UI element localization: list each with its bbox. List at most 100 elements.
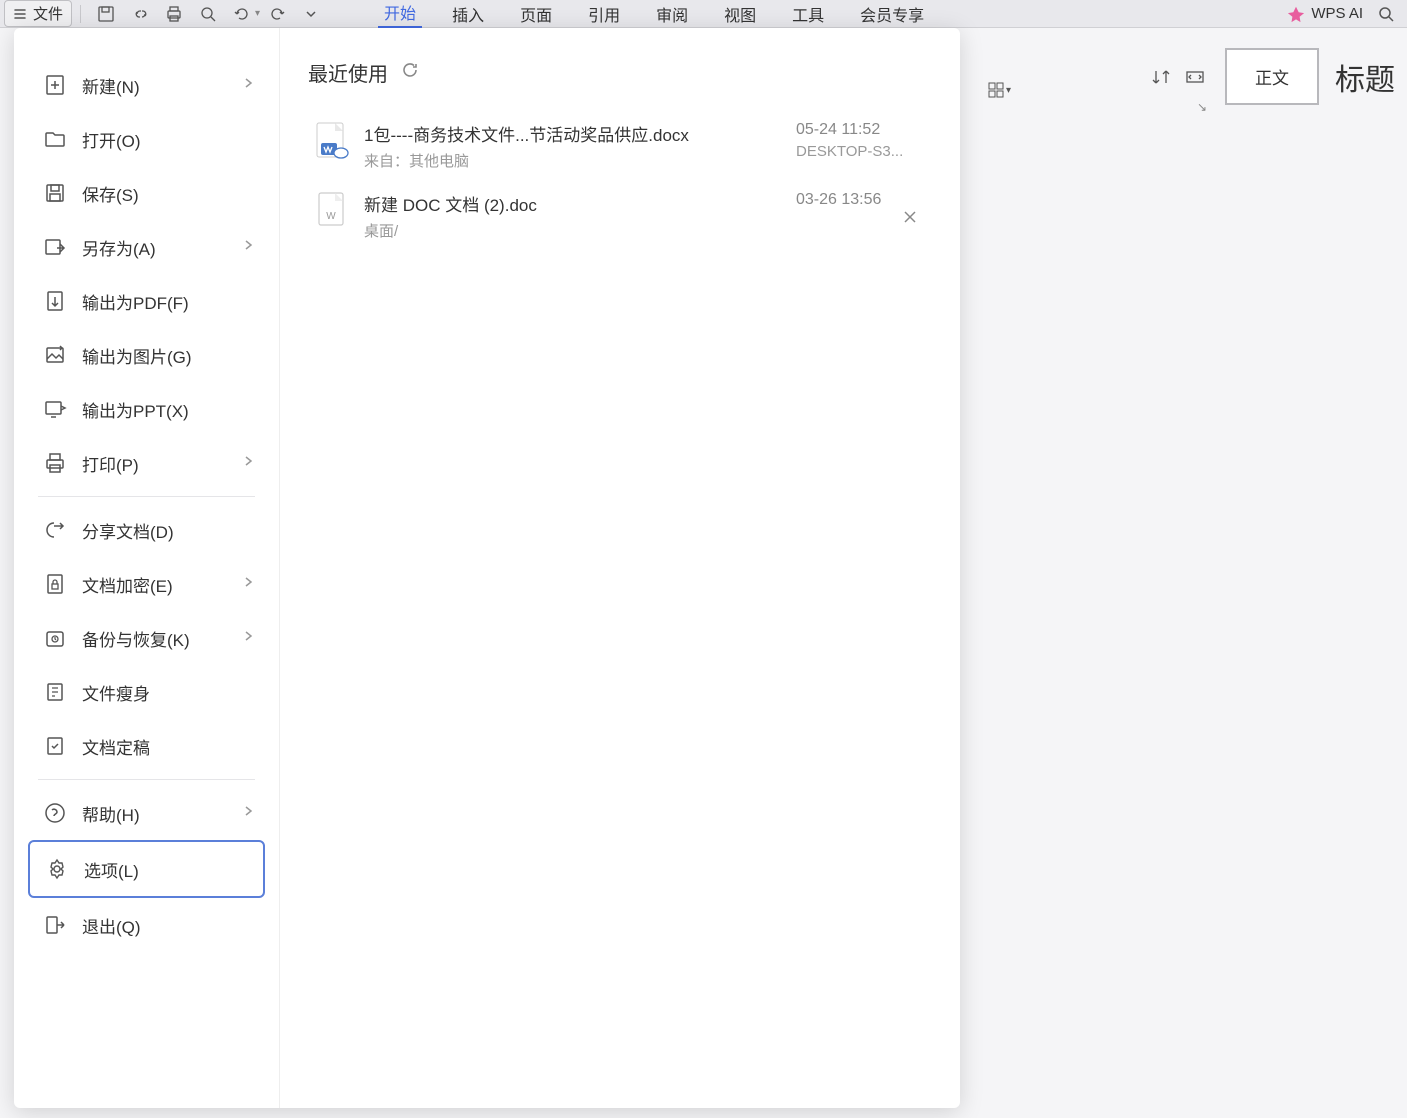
ai-logo-icon — [1287, 5, 1305, 23]
compress-icon — [42, 679, 68, 705]
tab-tools[interactable]: 工具 — [786, 0, 830, 28]
sidebar-label: 另存为(A) — [82, 235, 156, 260]
redo-icon[interactable] — [266, 3, 288, 25]
recent-title: 最近使用 — [308, 58, 388, 87]
recent-header: 最近使用 — [308, 58, 932, 87]
sidebar-item-save[interactable]: 保存(S) — [14, 166, 279, 220]
sidebar-item-compress[interactable]: 文件瘦身 — [14, 665, 279, 719]
divider — [38, 779, 255, 780]
file-menu-panel: 新建(N) 打开(O) 保存(S) 另存为(A) — [14, 28, 960, 1108]
sidebar-label: 打印(P) — [82, 451, 139, 476]
sidebar-item-encrypt[interactable]: 文档加密(E) — [14, 557, 279, 611]
sidebar-label: 备份与恢复(K) — [82, 626, 190, 651]
sidebar-label: 输出为图片(G) — [82, 343, 192, 368]
file-info: 1包----商务技术文件...节活动奖品供应.docx 来自：其他电脑 — [364, 121, 782, 171]
tab-view[interactable]: 视图 — [718, 0, 762, 28]
sidebar-item-save-as[interactable]: 另存为(A) — [14, 220, 279, 274]
sidebar-label: 退出(Q) — [82, 913, 141, 938]
preview-icon[interactable] — [197, 3, 219, 25]
sidebar-item-help[interactable]: 帮助(H) — [14, 786, 279, 840]
chevron-right-icon — [243, 453, 263, 473]
divider — [80, 5, 81, 23]
tab-reference[interactable]: 引用 — [582, 0, 626, 28]
share-icon — [42, 517, 68, 543]
file-date: 05-24 11:52 — [796, 121, 926, 139]
sidebar-label: 输出为PDF(F) — [82, 289, 189, 314]
backup-icon — [42, 625, 68, 651]
sidebar-item-open[interactable]: 打开(O) — [14, 112, 279, 166]
folder-open-icon — [42, 126, 68, 152]
style-heading[interactable]: 标题 — [1335, 55, 1395, 99]
style-normal[interactable]: 正文 — [1225, 48, 1319, 105]
export-pdf-icon — [42, 288, 68, 314]
sidebar-label: 保存(S) — [82, 181, 139, 206]
chevron-right-icon — [243, 237, 263, 257]
undo-dropdown[interactable]: ▾ — [255, 8, 260, 19]
tab-insert[interactable]: 插入 — [446, 0, 490, 28]
finalize-icon — [42, 733, 68, 759]
chevron-right-icon — [243, 75, 263, 95]
search-icon[interactable] — [1377, 5, 1395, 23]
sidebar-item-exit[interactable]: 退出(Q) — [14, 898, 279, 952]
sidebar-label: 选项(L) — [84, 857, 139, 882]
sidebar-item-print[interactable]: 打印(P) — [14, 436, 279, 490]
wps-ai-button[interactable]: WPS AI — [1287, 5, 1403, 23]
sidebar-item-export-pdf[interactable]: 输出为PDF(F) — [14, 274, 279, 328]
sidebar-label: 文档加密(E) — [82, 572, 173, 597]
refresh-icon[interactable] — [400, 60, 420, 86]
sidebar-item-finalize[interactable]: 文档定稿 — [14, 719, 279, 773]
link-icon[interactable] — [129, 3, 151, 25]
dialog-launcher-icon[interactable]: ↘ — [1197, 100, 1207, 114]
file-info: 新建 DOC 文档 (2).doc 桌面/ — [364, 191, 782, 241]
more-dropdown-icon[interactable] — [300, 3, 322, 25]
recent-file-row[interactable]: W 新建 DOC 文档 (2).doc 桌面/ 03-26 13:56 — [308, 181, 932, 251]
sort-icon[interactable] — [1149, 65, 1173, 89]
close-icon[interactable] — [898, 205, 922, 234]
chevron-right-icon — [243, 574, 263, 594]
save-icon[interactable] — [95, 3, 117, 25]
file-menu-button[interactable]: 文件 — [4, 0, 72, 27]
doc-icon: W — [314, 193, 350, 229]
svg-text:W: W — [326, 211, 336, 222]
sidebar-label: 打开(O) — [82, 127, 141, 152]
sidebar-item-export-image[interactable]: 输出为图片(G) — [14, 328, 279, 382]
save-as-icon — [42, 234, 68, 260]
save-icon — [42, 180, 68, 206]
file-name: 1包----商务技术文件...节活动奖品供应.docx — [364, 121, 782, 146]
print-icon — [42, 450, 68, 476]
help-icon — [42, 800, 68, 826]
sidebar-label: 文档定稿 — [82, 734, 150, 759]
sidebar-item-share[interactable]: 分享文档(D) — [14, 503, 279, 557]
options-icon — [44, 856, 70, 882]
sidebar-label: 分享文档(D) — [82, 518, 174, 543]
file-label: 文件 — [33, 3, 63, 24]
grid-dropdown[interactable]: ▾ — [988, 82, 1011, 98]
sidebar-label: 输出为PPT(X) — [82, 397, 189, 422]
expand-icon[interactable] — [1183, 65, 1207, 89]
file-source: 来自：其他电脑 — [364, 150, 782, 171]
divider — [38, 496, 255, 497]
sidebar-item-new[interactable]: 新建(N) — [14, 58, 279, 112]
recent-file-row[interactable]: 1包----商务技术文件...节活动奖品供应.docx 来自：其他电脑 05-2… — [308, 111, 932, 181]
style-tools: 正文 标题 — [1137, 40, 1407, 113]
file-device: DESKTOP-S3... — [796, 143, 926, 160]
sidebar-item-export-ppt[interactable]: 输出为PPT(X) — [14, 382, 279, 436]
sidebar-label: 新建(N) — [82, 73, 140, 98]
file-source: 桌面/ — [364, 220, 782, 241]
tab-start[interactable]: 开始 — [378, 0, 422, 29]
sidebar-item-backup[interactable]: 备份与恢复(K) — [14, 611, 279, 665]
print-icon[interactable] — [163, 3, 185, 25]
ribbon-tabs: 开始 插入 页面 引用 审阅 视图 工具 会员专享 — [378, 0, 930, 29]
undo-icon[interactable] — [231, 3, 253, 25]
tab-page[interactable]: 页面 — [514, 0, 558, 28]
file-sidebar: 新建(N) 打开(O) 保存(S) 另存为(A) — [14, 28, 280, 1108]
tab-review[interactable]: 审阅 — [650, 0, 694, 28]
encrypt-icon — [42, 571, 68, 597]
wps-ai-label: WPS AI — [1311, 5, 1363, 22]
exit-icon — [42, 912, 68, 938]
tab-member[interactable]: 会员专享 — [854, 0, 930, 28]
recent-files-area: 最近使用 1包----商务技术文件...节活动奖品供应.docx 来自：其他电脑… — [280, 28, 960, 1108]
new-doc-icon — [42, 72, 68, 98]
sidebar-item-options[interactable]: 选项(L) — [28, 840, 265, 898]
chevron-right-icon — [243, 803, 263, 823]
